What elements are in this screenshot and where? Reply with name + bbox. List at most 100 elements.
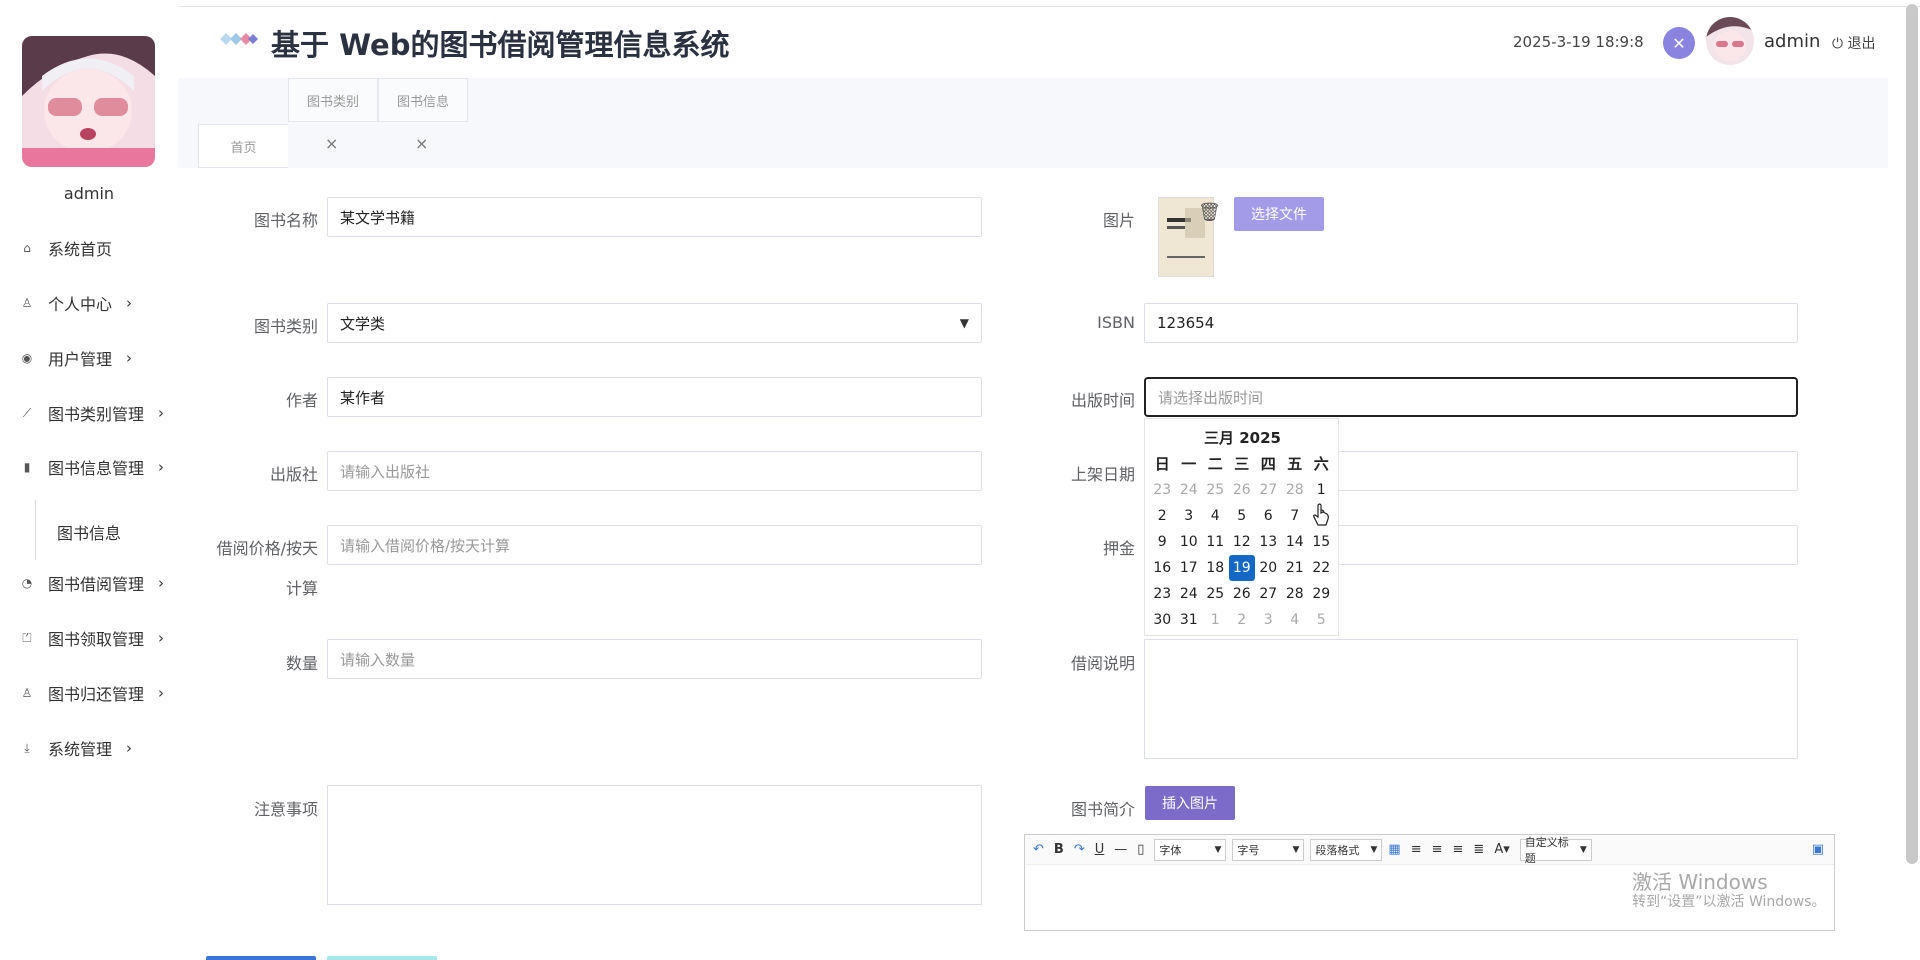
tab-category[interactable]: 图书类别 <box>288 78 378 122</box>
calendar-day[interactable]: 4 <box>1202 503 1229 529</box>
calendar-day[interactable]: 2 <box>1149 503 1176 529</box>
calendar-day[interactable]: 28 <box>1282 477 1309 503</box>
submit-button[interactable] <box>206 956 316 960</box>
book-name-input[interactable]: 某文学书籍 <box>327 197 982 237</box>
calendar-day[interactable]: 9 <box>1149 529 1176 555</box>
calendar-day[interactable]: 21 <box>1282 555 1309 581</box>
source-view-icon[interactable]: ▣ <box>1812 842 1824 857</box>
header-avatar[interactable] <box>1706 17 1754 65</box>
insert-image-button[interactable]: 插入图片 <box>1145 786 1235 820</box>
chevron-right-icon: › <box>126 349 133 367</box>
table-icon[interactable]: ▦ <box>1388 842 1400 857</box>
page-icon[interactable]: ▯ <box>1137 842 1144 857</box>
header-username[interactable]: admin <box>1764 31 1820 52</box>
calendar-day[interactable]: 23 <box>1149 581 1176 607</box>
horizontal-rule-button[interactable]: — <box>1114 842 1127 857</box>
calendar-day[interactable]: 7 <box>1282 503 1309 529</box>
tab-info[interactable]: 图书信息 <box>378 78 468 122</box>
sidebar-item-users[interactable]: ◉ 用户管理 › <box>20 346 132 370</box>
calendar-day[interactable]: 27 <box>1255 477 1282 503</box>
pubdate-input[interactable]: 请选择出版时间 <box>1144 377 1798 417</box>
calendar-day[interactable]: 23 <box>1149 477 1176 503</box>
align-center-icon[interactable]: ≡ <box>1453 842 1464 857</box>
calendar-day[interactable]: 19 <box>1228 555 1255 581</box>
calendar-day[interactable]: 24 <box>1176 581 1203 607</box>
close-icon[interactable]: × <box>325 134 338 153</box>
fullscreen-toggle-icon[interactable]: ✕ <box>1663 27 1695 59</box>
calendar-day[interactable]: 30 <box>1149 607 1176 633</box>
isbn-input[interactable]: 123654 <box>1144 303 1798 343</box>
calendar-day[interactable]: 14 <box>1282 529 1309 555</box>
font-family-select[interactable]: 字体 ▼ <box>1154 838 1227 861</box>
align-right-icon[interactable]: ≡ <box>1432 842 1443 857</box>
calendar-day[interactable]: 1 <box>1308 477 1335 503</box>
custom-title-select[interactable]: 自定义标题 ▼ <box>1519 836 1592 865</box>
user-return-icon: ♙ <box>21 686 33 700</box>
font-size-select[interactable]: 字号 ▼ <box>1232 838 1305 861</box>
sidebar-item-borrow[interactable]: ◔ 图书借阅管理 › <box>20 571 164 595</box>
align-left-icon[interactable]: ≡ <box>1411 842 1422 857</box>
align-justify-icon[interactable]: ≣ <box>1473 842 1484 857</box>
notes-textarea[interactable] <box>327 785 982 905</box>
calendar-day[interactable]: 22 <box>1308 555 1335 581</box>
scrollbar[interactable] <box>1906 4 1918 864</box>
quantity-input[interactable]: 请输入数量 <box>327 639 982 679</box>
calendar-day[interactable]: 26 <box>1229 581 1256 607</box>
calendar-day[interactable]: 20 <box>1255 555 1282 581</box>
calendar-day[interactable]: 2 <box>1229 607 1256 633</box>
author-input[interactable]: 某作者 <box>327 377 982 417</box>
redo-icon[interactable]: ↷ <box>1074 842 1085 857</box>
underline-button[interactable]: U <box>1095 842 1105 857</box>
calendar-day[interactable]: 29 <box>1308 581 1335 607</box>
calendar-day[interactable]: 15 <box>1308 529 1335 555</box>
calendar-day[interactable]: 16 <box>1149 555 1176 581</box>
logout-button[interactable]: ⏻ 退出 <box>1832 33 1876 53</box>
calendar-day[interactable]: 31 <box>1176 607 1203 633</box>
sidebar-item-book-info[interactable]: ▮ 图书信息管理 › <box>20 455 164 479</box>
publisher-input[interactable]: 请输入出版社 <box>327 451 982 491</box>
calendar-day[interactable]: 26 <box>1229 477 1256 503</box>
font-color-icon[interactable]: A▾ <box>1494 842 1509 857</box>
choose-file-button[interactable]: 选择文件 <box>1234 197 1324 231</box>
sidebar-item-system[interactable]: ⤓ 系统管理 › <box>20 736 132 760</box>
calendar-day[interactable]: 1 <box>1202 607 1229 633</box>
calendar-day[interactable]: 10 <box>1176 529 1203 555</box>
calendar-day[interactable]: 12 <box>1229 529 1256 555</box>
borrow-desc-textarea[interactable] <box>1144 639 1798 759</box>
calendar-day[interactable]: 5 <box>1229 503 1256 529</box>
calendar-day[interactable]: 6 <box>1255 503 1282 529</box>
sidebar-item-pickup[interactable]: ⏍ 图书领取管理 › <box>20 626 164 650</box>
close-icon[interactable]: × <box>415 134 428 153</box>
chevron-right-icon: › <box>158 684 165 702</box>
calendar-day[interactable]: 3 <box>1255 607 1282 633</box>
calendar-day[interactable]: 25 <box>1202 477 1229 503</box>
calendar-day[interactable]: 13 <box>1255 529 1282 555</box>
top-divider <box>178 6 1920 7</box>
calendar-day[interactable]: 5 <box>1308 607 1335 633</box>
calendar-day[interactable]: 17 <box>1176 555 1203 581</box>
sidebar-subitem-book-info[interactable]: 图书信息 <box>57 520 121 544</box>
calendar-day[interactable]: 28 <box>1282 581 1309 607</box>
cancel-button[interactable] <box>327 956 437 960</box>
date-picker-month[interactable]: 三月 2025 <box>1145 427 1340 448</box>
price-input[interactable]: 请输入借阅价格/按天计算 <box>327 525 982 565</box>
undo-icon[interactable]: ↶ <box>1033 842 1044 857</box>
paragraph-format-select[interactable]: 段落格式 ▼ <box>1310 838 1383 861</box>
calendar-day[interactable]: 11 <box>1202 529 1229 555</box>
calendar-day[interactable]: 4 <box>1282 607 1309 633</box>
sidebar-item-profile[interactable]: ♙ 个人中心 › <box>20 291 132 315</box>
sidebar-item-book-category[interactable]: ⟋ 图书类别管理 › <box>20 401 164 425</box>
calendar-day[interactable]: 3 <box>1176 503 1203 529</box>
chevron-right-icon: › <box>158 458 165 476</box>
sidebar-item-return[interactable]: ♙ 图书归还管理 › <box>20 681 164 705</box>
category-select[interactable]: 文学类 ▼ <box>327 303 982 343</box>
sidebar-item-home[interactable]: ⌂ 系统首页 <box>20 236 112 260</box>
price-label-line1: 借阅价格/按天 <box>216 539 318 558</box>
calendar-day[interactable]: 18 <box>1202 555 1229 581</box>
trash-icon[interactable]: 🗑 <box>1198 202 1221 223</box>
bold-button[interactable]: B <box>1054 842 1064 857</box>
calendar-day[interactable]: 27 <box>1255 581 1282 607</box>
tab-home[interactable]: 首页 <box>198 124 288 168</box>
calendar-day[interactable]: 24 <box>1176 477 1203 503</box>
calendar-day[interactable]: 25 <box>1202 581 1229 607</box>
